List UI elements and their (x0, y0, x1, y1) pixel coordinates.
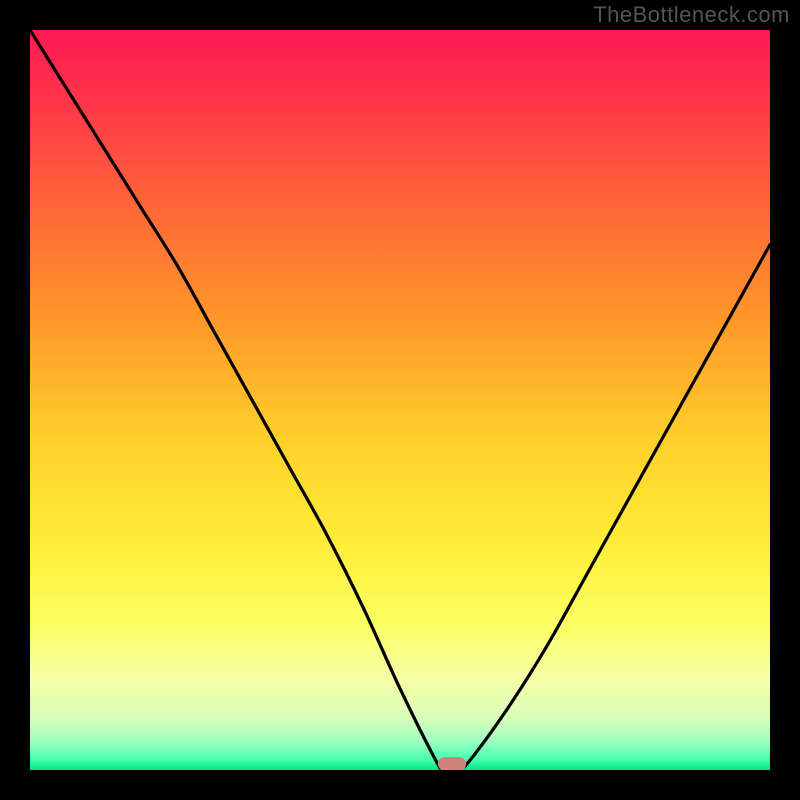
bottleneck-curve-path (30, 30, 770, 770)
plot-area (30, 30, 770, 770)
curve-svg (30, 30, 770, 770)
watermark-text: TheBottleneck.com (593, 2, 790, 28)
optimal-marker (438, 757, 466, 770)
chart-frame: TheBottleneck.com (0, 0, 800, 800)
